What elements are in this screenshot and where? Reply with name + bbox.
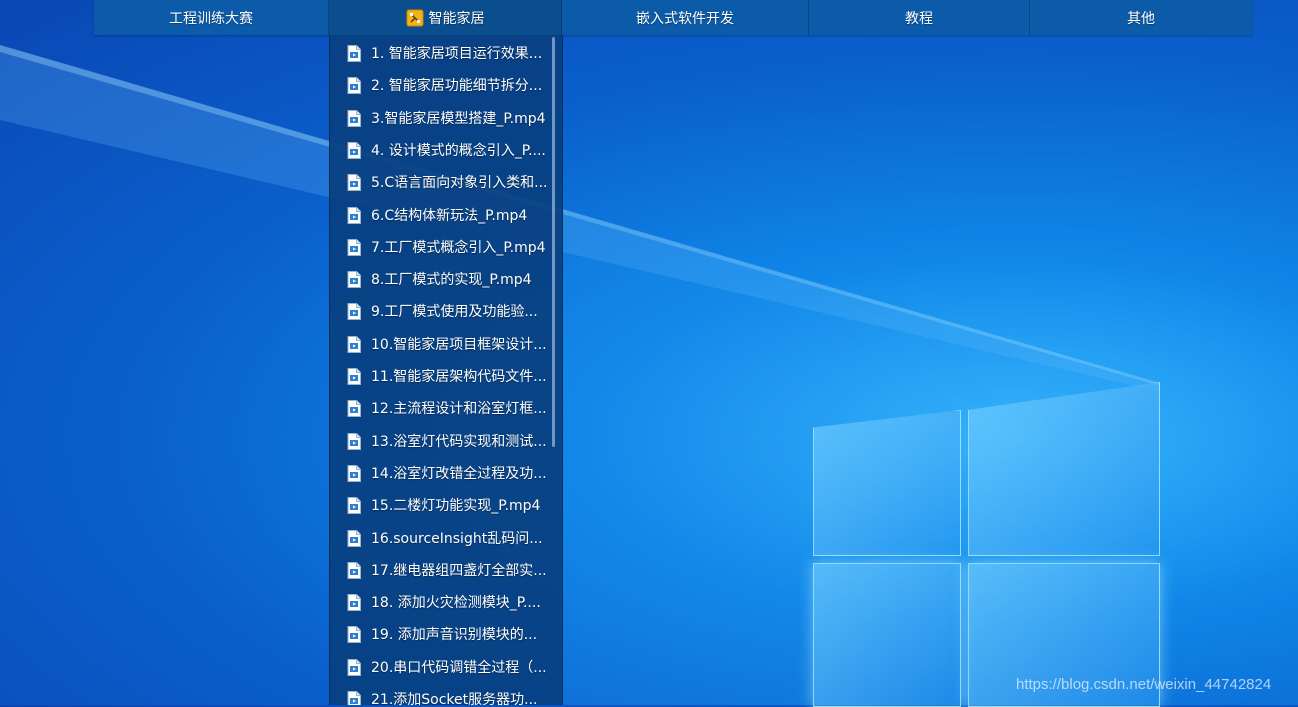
- dropdown-list-item[interactable]: 4. 设计模式的概念引入_P....: [330, 134, 560, 166]
- dropdown-item-label: 3.智能家居模型搭建_P.mp4: [371, 110, 546, 127]
- video-file-icon: [347, 303, 361, 321]
- video-file-icon: [347, 658, 361, 676]
- dropdown-list-item[interactable]: 11.智能家居架构代码文件...: [330, 360, 560, 392]
- dropdown-list-item[interactable]: 9.工厂模式使用及功能验...: [330, 295, 560, 327]
- video-file-icon: [347, 45, 361, 62]
- toolbar-button-competition[interactable]: 工程训练大赛: [94, 0, 329, 35]
- windows-logo-pane-top-right: [968, 382, 1160, 556]
- dropdown-list-item[interactable]: 19. 添加声音识别模块的...: [330, 618, 560, 650]
- video-file-icon: [347, 594, 361, 612]
- video-file-icon: [347, 109, 361, 127]
- video-file-icon: [347, 77, 361, 95]
- video-file-icon: [347, 206, 361, 224]
- dropdown-item-label: 18. 添加火灾检测模块_P....: [371, 595, 541, 612]
- video-file-icon: [347, 271, 361, 289]
- dropdown-list-item[interactable]: 21.添加Socket服务器功...: [330, 683, 560, 705]
- video-file-icon: [347, 626, 361, 644]
- dropdown-list-item[interactable]: 14.浴室灯改错全过程及功...: [330, 457, 560, 489]
- video-file-icon: [347, 529, 361, 547]
- dropdown-item-label: 12.主流程设计和浴室灯框...: [371, 401, 547, 418]
- toolbar-button-label: 教程: [905, 10, 933, 27]
- video-file-icon: [347, 141, 361, 159]
- toolbar-button-label: 其他: [1127, 10, 1155, 27]
- video-file-icon: [347, 335, 361, 353]
- dropdown-item-label: 17.继电器组四盏灯全部实...: [371, 562, 547, 579]
- video-file-icon: [347, 464, 361, 482]
- dropdown-item-label: 10.智能家居项目框架设计...: [371, 336, 547, 353]
- dropdown-item-label: 19. 添加声音识别模块的...: [371, 627, 538, 644]
- dropdown-list-item[interactable]: 20.串口代码调错全过程（...: [330, 651, 560, 683]
- dropdown-list-item[interactable]: 5.C语言面向对象引入类和...: [330, 166, 560, 198]
- toolbar-button-other[interactable]: 其他: [1030, 0, 1252, 35]
- toolbar-button-tutorial[interactable]: 教程: [809, 0, 1030, 35]
- dropdown-list-item[interactable]: 15.二楼灯功能实现_P.mp4: [330, 489, 560, 521]
- dropdown-item-label: 8.工厂模式的实现_P.mp4: [371, 272, 532, 289]
- dropdown-item-label: 6.C结构体新玩法_P.mp4: [371, 207, 528, 224]
- video-file-icon: [347, 238, 361, 256]
- folder-icon: [406, 9, 424, 27]
- video-file-icon: [347, 400, 361, 418]
- dropdown-list-item[interactable]: 3.智能家居模型搭建_P.mp4: [330, 102, 560, 134]
- dropdown-item-label: 2. 智能家居功能细节拆分...: [371, 78, 543, 95]
- toolbar-button-label: 嵌入式软件开发: [636, 10, 734, 27]
- dropdown-item-label: 11.智能家居架构代码文件...: [371, 369, 547, 385]
- blog-watermark: https://blog.csdn.net/weixin_44742824: [1016, 676, 1272, 693]
- dropdown-item-label: 13.浴室灯代码实现和测试...: [371, 433, 547, 450]
- toolbar-button-label: 智能家居: [428, 10, 485, 27]
- dropdown-list-item[interactable]: 7.工厂模式概念引入_P.mp4: [330, 231, 560, 263]
- dropdown-list-item[interactable]: 17.继电器组四盏灯全部实...: [330, 554, 560, 586]
- smart-home-dropdown-menu: 1. 智能家居项目运行效果... 2. 智能家居功能细节拆分... 3.智能家居模型…: [329, 35, 563, 705]
- dropdown-item-label: 5.C语言面向对象引入类和...: [371, 175, 548, 192]
- toolbar-button-label: 工程训练大赛: [169, 10, 253, 27]
- video-file-icon: [347, 432, 361, 450]
- top-toolbar: 工程训练大赛 智能家居 嵌入式软件开发 教程 其他: [94, 0, 1252, 35]
- dropdown-item-label: 1. 智能家居项目运行效果...: [371, 46, 543, 62]
- dropdown-item-label: 20.串口代码调错全过程（...: [371, 659, 547, 676]
- dropdown-list-item[interactable]: 1. 智能家居项目运行效果...: [330, 37, 560, 69]
- dropdown-item-label: 16.sourceInsight乱码问...: [371, 530, 543, 547]
- video-file-icon: [347, 497, 361, 515]
- windows-logo-pane-bottom-left: [813, 563, 961, 707]
- video-file-icon: [347, 691, 361, 705]
- dropdown-item-label: 15.二楼灯功能实现_P.mp4: [371, 498, 541, 515]
- dropdown-list-item[interactable]: 2. 智能家居功能细节拆分...: [330, 69, 560, 101]
- dropdown-list-item[interactable]: 12.主流程设计和浴室灯框...: [330, 392, 560, 424]
- video-file-icon: [347, 368, 361, 385]
- video-file-icon: [347, 561, 361, 579]
- dropdown-item-label: 14.浴室灯改错全过程及功...: [371, 465, 547, 482]
- dropdown-list-item[interactable]: 6.C结构体新玩法_P.mp4: [330, 199, 560, 231]
- dropdown-item-label: 21.添加Socket服务器功...: [371, 692, 538, 705]
- toolbar-button-embedded-dev[interactable]: 嵌入式软件开发: [562, 0, 809, 35]
- dropdown-list-item[interactable]: 10.智能家居项目框架设计...: [330, 328, 560, 360]
- dropdown-list-item[interactable]: 16.sourceInsight乱码问...: [330, 522, 560, 554]
- toolbar-button-smart-home[interactable]: 智能家居: [329, 0, 562, 35]
- dropdown-item-label: 9.工厂模式使用及功能验...: [371, 304, 538, 321]
- dropdown-item-label: 4. 设计模式的概念引入_P....: [371, 142, 546, 159]
- dropdown-list-item[interactable]: 13.浴室灯代码实现和测试...: [330, 425, 560, 457]
- windows-logo-pane-top-left: [813, 410, 961, 556]
- dropdown-list-item[interactable]: 8.工厂模式的实现_P.mp4: [330, 263, 560, 295]
- video-file-icon: [347, 174, 361, 192]
- dropdown-list-item[interactable]: 18. 添加火灾检测模块_P....: [330, 586, 560, 618]
- dropdown-item-label: 7.工厂模式概念引入_P.mp4: [371, 239, 546, 256]
- dropdown-scrollbar[interactable]: [552, 37, 555, 447]
